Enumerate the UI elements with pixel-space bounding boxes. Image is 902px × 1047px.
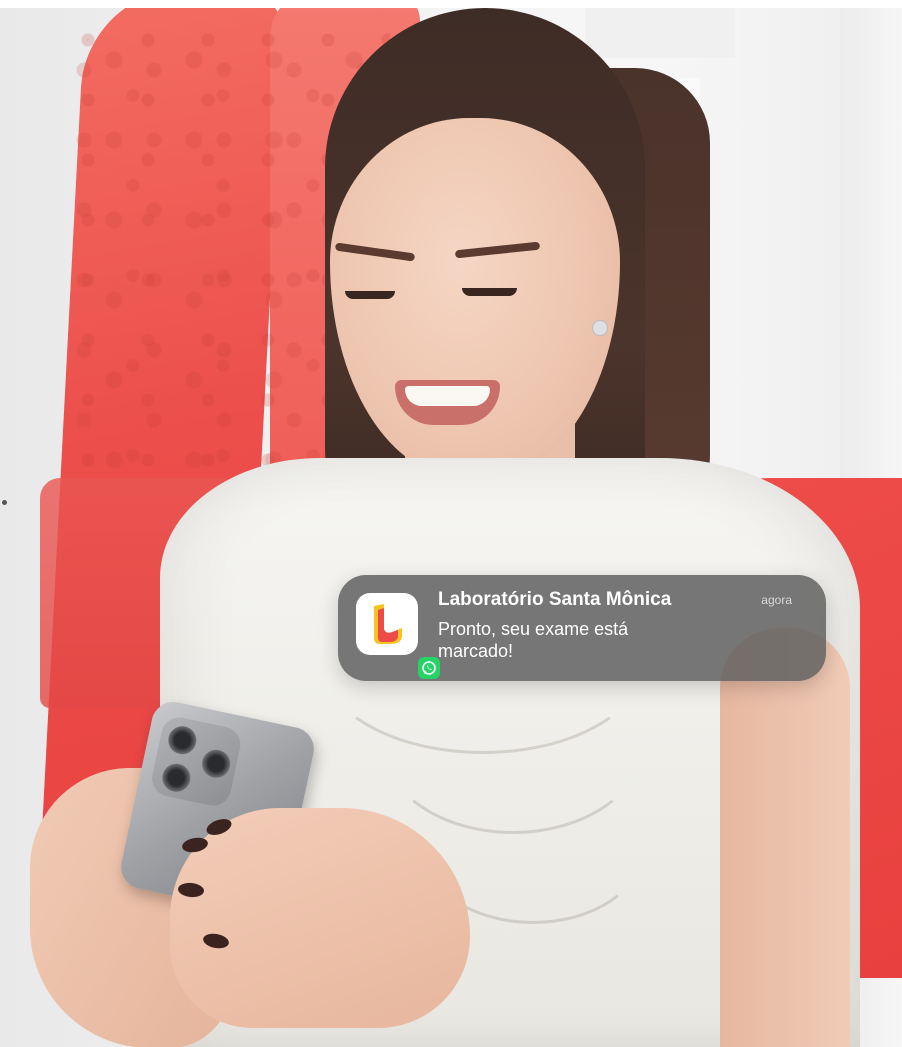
laboratorio-logo-icon: [374, 604, 402, 644]
notification-app-name: Laboratório Santa Mônica: [438, 589, 672, 610]
teeth: [405, 386, 490, 406]
hand-right: [170, 808, 470, 1028]
camera-lens-icon: [165, 723, 199, 757]
ceiling-panel: [585, 8, 735, 58]
camera-module: [148, 714, 244, 809]
camera-lens-icon: [159, 761, 193, 795]
hero-image: [0, 8, 902, 1047]
push-notification[interactable]: Laboratório Santa Mônica agora Pronto, s…: [338, 575, 826, 681]
whatsapp-icon: [418, 657, 440, 679]
eye-left: [345, 291, 395, 299]
dot-indicator: [2, 500, 7, 505]
eye-right: [462, 288, 517, 296]
camera-lens-icon: [199, 747, 233, 781]
arm-right: [720, 628, 850, 1047]
earring: [592, 320, 608, 336]
notification-timestamp: agora: [761, 593, 792, 607]
notification-message: Pronto, seu exame está marcado!: [438, 619, 629, 661]
app-logo-icon: [356, 593, 440, 679]
